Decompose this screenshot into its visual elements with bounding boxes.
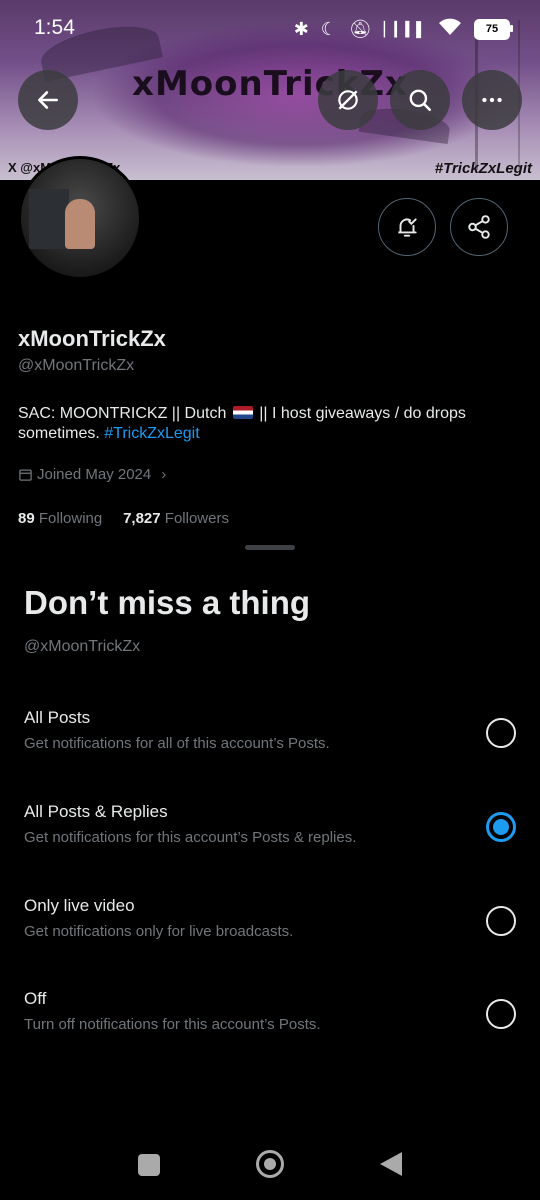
- status-time: 1:54: [34, 16, 75, 39]
- profile-bio: SAC: MOONTRICKZ || Dutch || I host givea…: [18, 404, 488, 444]
- profile-handle: @xMoonTrickZx: [18, 357, 135, 374]
- sheet-handle: @xMoonTrickZx: [24, 638, 141, 655]
- radio-button[interactable]: [486, 999, 516, 1029]
- sheet-drag-handle[interactable]: [245, 545, 295, 550]
- option-label: All Posts: [24, 708, 91, 727]
- share-icon: [468, 215, 490, 239]
- joined-label: Joined May 2024: [37, 466, 152, 483]
- option-label: Off: [24, 989, 47, 1008]
- followers-count: 7,827: [123, 510, 161, 527]
- avatar-photo-detail: [29, 189, 69, 249]
- grok-button[interactable]: [318, 70, 378, 130]
- notification-settings-sheet: Don’t miss a thing @xMoonTrickZx All Pos…: [0, 530, 540, 1200]
- option-all-posts-replies[interactable]: All Posts & Replies Get notifications fo…: [0, 794, 540, 874]
- option-description: Get notifications only for live broadcas…: [24, 923, 294, 940]
- search-icon: [409, 89, 432, 112]
- status-icons: ✱ ☾ 🔕︎ ▏▎▍▌ 75: [293, 16, 513, 42]
- banner-hashtag: #TrickZxLegit: [434, 160, 532, 177]
- option-all-posts[interactable]: All Posts Get notifications for all of t…: [0, 700, 540, 780]
- bell-check-icon: [398, 218, 417, 237]
- follow-stats: 89 Following 7,827 Followers: [18, 510, 229, 527]
- status-bar: 1:54 ✱ ☾ 🔕︎ ▏▎▍▌ 75: [0, 0, 540, 58]
- bio-hashtag-link[interactable]: #TrickZxLegit: [104, 425, 199, 442]
- recents-button[interactable]: [138, 1154, 160, 1176]
- option-description: Turn off notifications for this account’…: [24, 1016, 321, 1033]
- grok-icon: [338, 90, 358, 110]
- following-label: Following: [38, 510, 103, 527]
- joined-date[interactable]: Joined May 2024 ›: [18, 466, 166, 483]
- more-button[interactable]: [462, 70, 522, 130]
- battery-icon: 75: [474, 18, 513, 40]
- search-button[interactable]: [390, 70, 450, 130]
- system-navigation-bar: [0, 1130, 540, 1200]
- more-icon: [482, 97, 502, 103]
- radio-button-selected[interactable]: [486, 812, 516, 842]
- avatar-photo-detail: [65, 199, 95, 249]
- netherlands-flag-icon: [232, 406, 253, 419]
- back-button[interactable]: [18, 70, 78, 130]
- following-link[interactable]: 89 Following: [18, 510, 102, 527]
- option-label: All Posts & Replies: [24, 802, 168, 821]
- signal-icon: ▏▎▍▌: [383, 20, 426, 37]
- banner-title: xMoonTrickZx: [132, 64, 408, 104]
- avatar[interactable]: [18, 156, 142, 280]
- option-description: Get notifications for this account’s Pos…: [24, 829, 357, 846]
- radio-button[interactable]: [486, 906, 516, 936]
- chevron-right-icon: ›: [161, 466, 167, 483]
- followers-link[interactable]: 7,827 Followers: [123, 510, 229, 527]
- wifi-icon: [438, 18, 462, 41]
- bell-muted-icon: 🔕︎: [348, 18, 372, 39]
- home-button[interactable]: [256, 1150, 284, 1178]
- arrow-left-icon: [38, 91, 58, 109]
- followers-label: Followers: [164, 510, 229, 527]
- bio-text: SAC: MOONTRICKZ || Dutch: [18, 405, 227, 422]
- option-label: Only live video: [24, 896, 135, 915]
- option-off[interactable]: Off Turn off notifications for this acco…: [0, 981, 540, 1061]
- share-button[interactable]: [450, 198, 508, 256]
- system-back-button[interactable]: [380, 1152, 402, 1176]
- option-only-live-video[interactable]: Only live video Get notifications only f…: [0, 888, 540, 968]
- calendar-icon: [19, 469, 32, 481]
- moon-icon: ☾: [320, 18, 337, 39]
- bluetooth-icon: ✱: [293, 18, 309, 39]
- notifications-button[interactable]: [378, 198, 436, 256]
- following-count: 89: [18, 510, 35, 527]
- option-description: Get notifications for all of this accoun…: [24, 735, 330, 752]
- profile-name: xMoonTrickZx: [18, 326, 166, 351]
- radio-button[interactable]: [486, 718, 516, 748]
- sheet-title: Don’t miss a thing: [24, 584, 311, 621]
